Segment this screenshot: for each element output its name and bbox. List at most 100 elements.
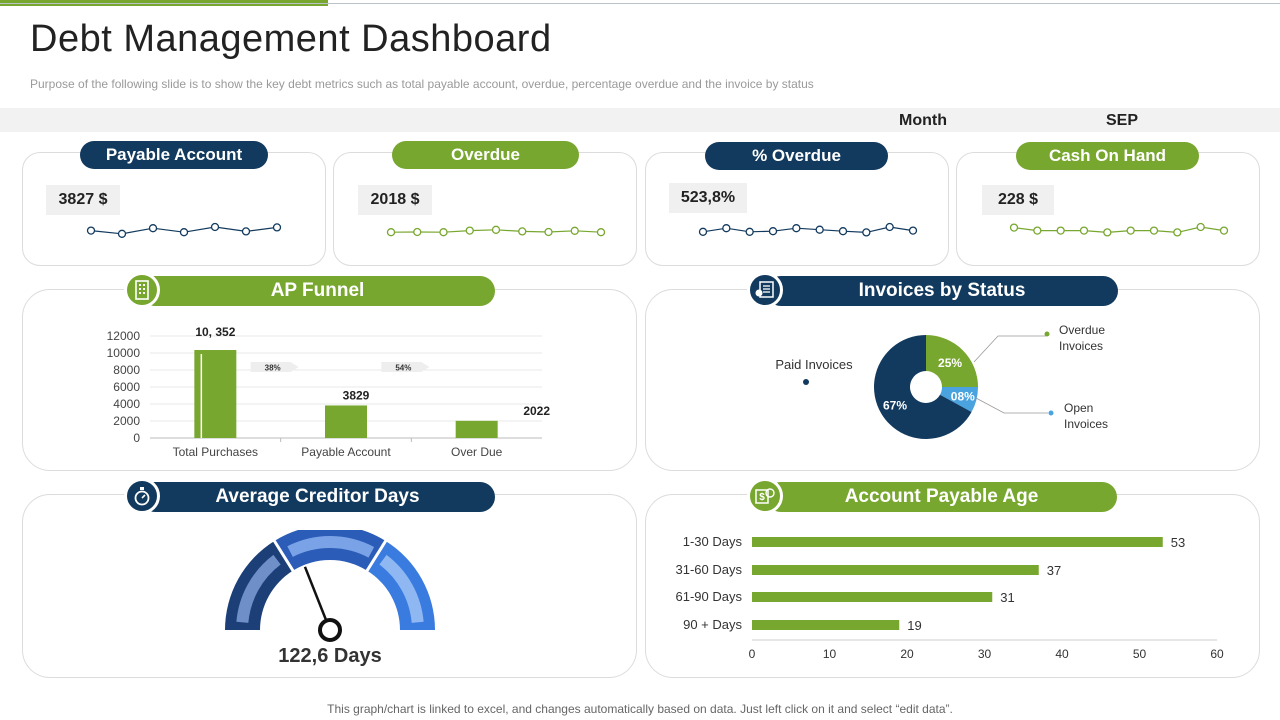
x-tick-label: Over Due [451, 445, 503, 459]
sparkline-point [179, 228, 189, 237]
sparkline-point [815, 225, 824, 234]
sparkline-point [1196, 222, 1205, 232]
legend-label: Paid Invoices [775, 357, 853, 372]
money-icon: $ [747, 478, 783, 514]
y-tick-label: 31-60 Days [676, 562, 743, 577]
sparkline-point [1219, 226, 1229, 235]
bar [752, 592, 993, 602]
sparkline-point [745, 227, 754, 236]
sparkline-point [386, 228, 396, 237]
sparkline-point [1033, 226, 1042, 235]
leader-line [973, 335, 1046, 363]
legend-label: Invoices [1059, 339, 1103, 353]
sparkline-point [885, 222, 894, 232]
sparkline-point [1149, 226, 1159, 235]
sparkline-point [1079, 226, 1089, 235]
kpi-value-overdue: 2018 $ [358, 185, 432, 215]
data-label: 53 [1171, 535, 1185, 550]
sparkline-overdue [386, 225, 606, 237]
sparkline-percent-overdue [698, 222, 918, 237]
stopwatch-icon [124, 478, 160, 514]
sparkline-point [1173, 228, 1182, 237]
conversion-label: 54% [395, 364, 411, 373]
bar [752, 537, 1163, 547]
invoices-status-chart: 25% 08% 67% Paid Invoices Overdue Invoices Ope… [775, 323, 1108, 439]
month-value[interactable]: SEP [1106, 112, 1138, 130]
sparkline-point [272, 223, 282, 232]
data-label: 31 [1000, 590, 1014, 605]
data-label: 19 [907, 618, 921, 633]
x-tick-label: Total Purchases [173, 445, 258, 459]
leader-line [975, 397, 1048, 414]
y-tick-label: 4000 [113, 397, 140, 411]
kpi-value-cash-on-hand: 228 $ [982, 185, 1054, 215]
building-icon [124, 272, 160, 308]
sparkline-point [210, 222, 220, 232]
sparkline-point [241, 227, 251, 236]
sparkline-point [117, 229, 127, 238]
sparkline-point [148, 224, 158, 233]
bar [752, 565, 1039, 575]
sparkline-point [86, 226, 96, 235]
legend-label: Open [1064, 401, 1093, 415]
sparkline-point [518, 227, 527, 236]
y-tick-label: 61-90 Days [676, 589, 743, 604]
sparkline-point [908, 226, 918, 235]
sparkline-point [413, 227, 422, 237]
kpi-label-percent-overdue: % Overdue [705, 142, 888, 170]
legend-label: Invoices [1064, 417, 1108, 431]
sparkline-point [698, 227, 708, 236]
legend-dot [1048, 410, 1054, 416]
invoice-icon [747, 272, 783, 308]
kpi-label-cash-on-hand: Cash On Hand [1016, 142, 1199, 170]
x-tick-label: Payable Account [301, 445, 391, 459]
y-tick-label: 10000 [107, 346, 141, 360]
avg-creditor-days-header: Average Creditor Days [140, 482, 495, 512]
gauge-value: 122,6 Days [278, 645, 382, 667]
sparkline-point [1126, 226, 1135, 235]
sparkline-point [465, 226, 474, 235]
sparkline-path [702, 226, 914, 234]
bar [455, 420, 498, 438]
sparkline-path [1013, 226, 1225, 234]
bar [752, 620, 900, 630]
legend-dot [803, 379, 809, 385]
conversion-label: 38% [265, 364, 281, 373]
account-payable-age-chart: 1-30 Days 53 31-60 Days 37 61-90 Days 31 90 + … [676, 534, 1224, 661]
svg-text:$: $ [759, 492, 765, 503]
slice-label: 67% [883, 398, 907, 412]
sparkline-point [1103, 228, 1112, 237]
data-label: 10, 352 [195, 325, 235, 339]
data-label: 2022 [523, 404, 550, 418]
legend-label: Overdue [1059, 323, 1105, 337]
page-title: Debt Management Dashboard [30, 18, 552, 60]
x-tick-label: 20 [900, 647, 914, 661]
x-tick-label: 10 [823, 647, 837, 661]
x-tick-label: 30 [978, 647, 992, 661]
sparkline-point [838, 227, 848, 236]
sparkline-point [491, 225, 501, 234]
sparkline-point [439, 228, 448, 237]
kpi-label-overdue: Overdue [392, 141, 579, 169]
ap-funnel-chart: 0 2000 4000 6000 8000 10000 12000 Total Purchas… [107, 325, 551, 459]
sparkline-payable-account [86, 222, 282, 238]
sparkline-point [792, 224, 801, 233]
ap-funnel-header: AP Funnel [140, 276, 495, 306]
slice-label: 08% [951, 389, 975, 403]
x-tick-label: 40 [1055, 647, 1069, 661]
kpi-value-payable-account: 3827 $ [46, 185, 120, 215]
slice-label: 25% [938, 356, 962, 370]
y-tick-label: 0 [133, 431, 140, 445]
legend-dot [1044, 331, 1050, 337]
footer-note: This graph/chart is linked to excel, and… [327, 702, 953, 716]
sparkline-point [862, 228, 871, 237]
sparkline-point [1056, 226, 1065, 235]
kpi-label-payable-account: Payable Account [80, 141, 268, 169]
y-tick-label: 1-30 Days [683, 534, 743, 549]
data-label: 37 [1047, 563, 1061, 578]
x-tick-label: 60 [1210, 647, 1224, 661]
x-tick-label: 50 [1133, 647, 1147, 661]
sparkline-point [1009, 223, 1019, 232]
sparkline-point [544, 227, 553, 237]
sparkline-cash-on-hand [1009, 222, 1229, 237]
